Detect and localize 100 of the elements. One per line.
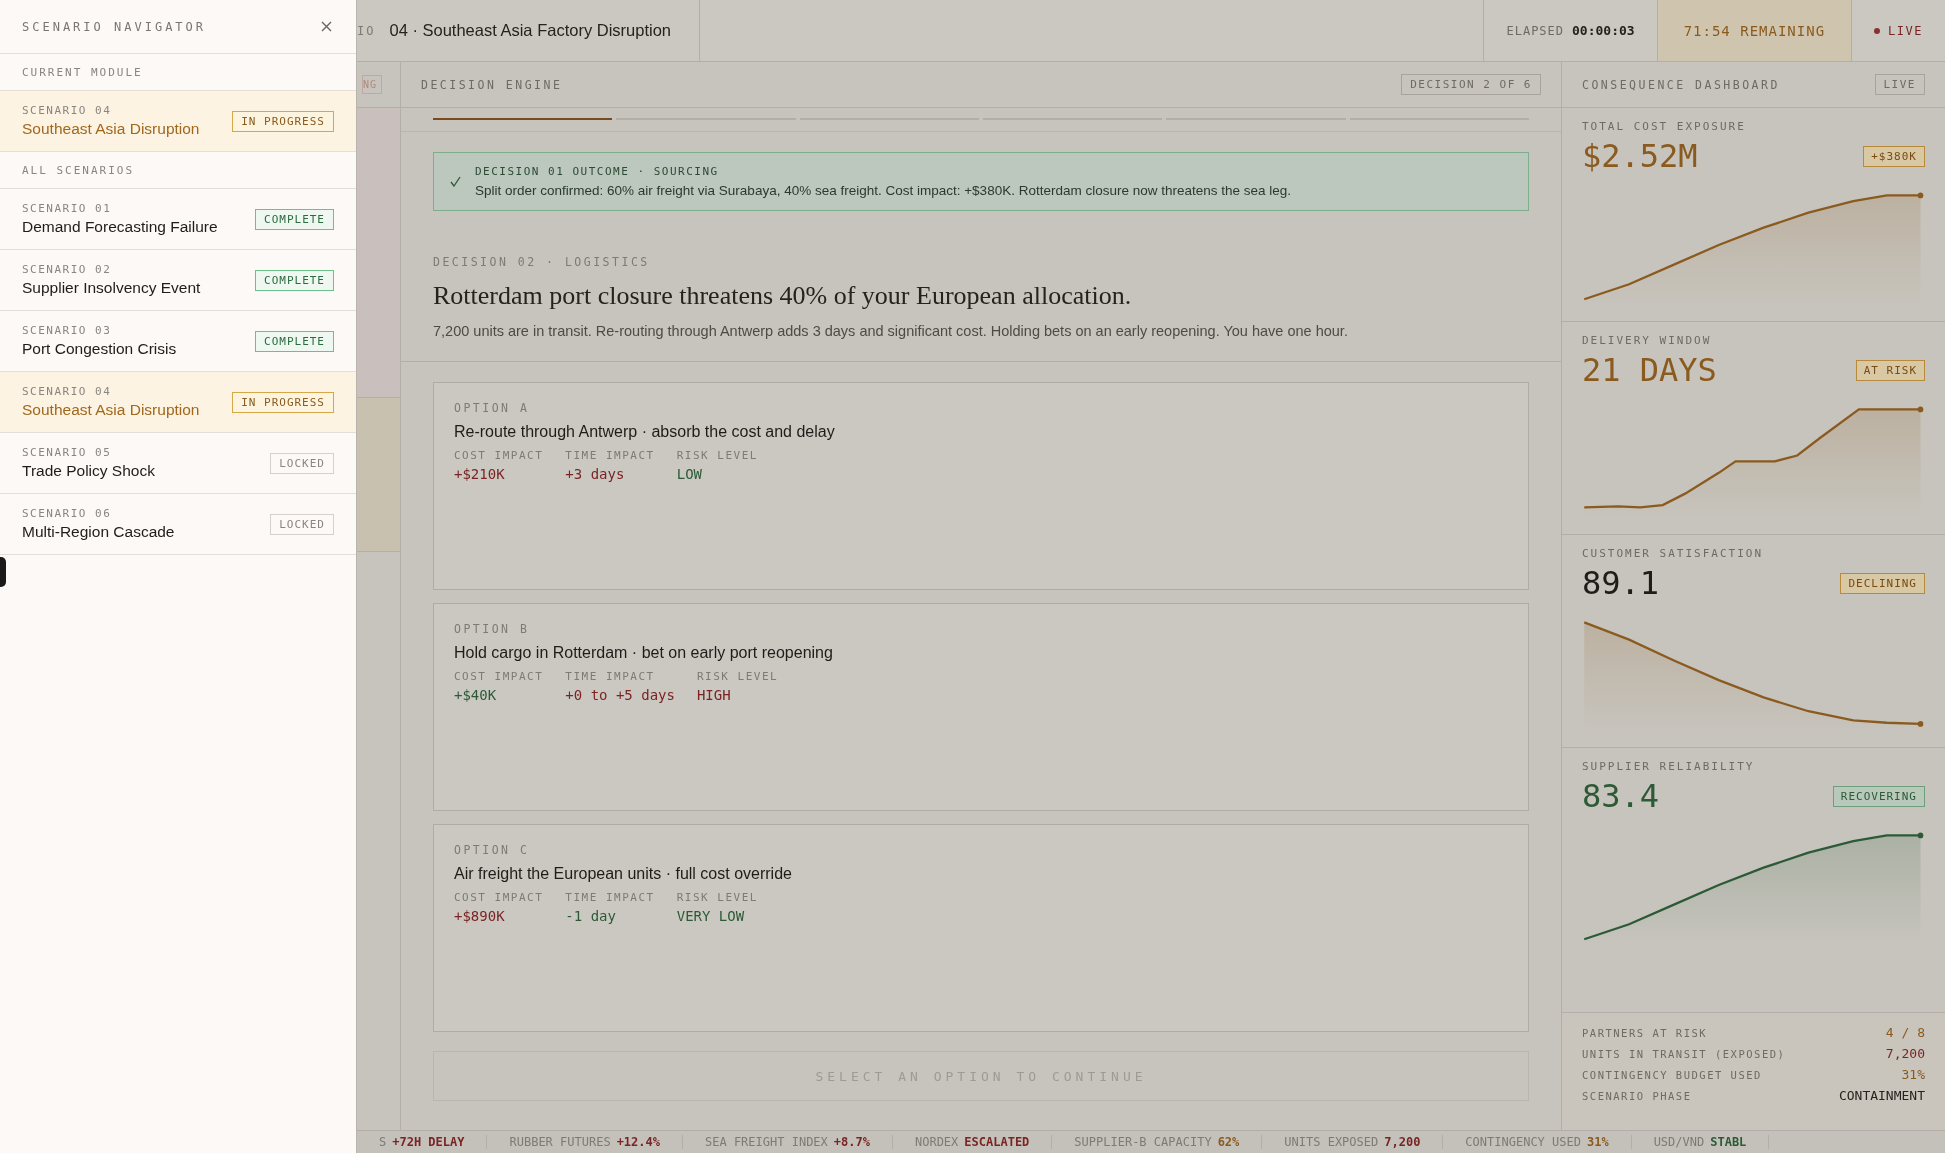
scenario-number: SCENARIO 04 — [22, 385, 113, 398]
impact-label: RISK LEVEL — [676, 891, 758, 904]
check-icon — [450, 176, 461, 187]
stat-label: UNITS IN TRANSIT (EXPOSED) — [1582, 1047, 1786, 1060]
elapsed-time: 00:00:03 — [1572, 23, 1635, 38]
stat-label: SCENARIO PHASE — [1582, 1089, 1692, 1102]
impact-value: +$890K — [454, 908, 506, 924]
scenario-name: Port Congestion Crisis — [22, 340, 177, 358]
impact-value: HIGH — [696, 687, 732, 703]
scenario-name: Supplier Insolvency Event — [22, 279, 201, 297]
scenario-item[interactable]: SCENARIO 05 Trade Policy Shock LOCKED — [0, 433, 356, 494]
option-card[interactable]: OPTION C Air freight the European units · full cost override COST IMPACT +$890K TIME IMPACT -1 day RISK LEVEL VERY LOW — [433, 824, 1529, 1032]
metric-label: TOTAL COST EXPOSURE — [1582, 120, 1747, 133]
status-tag: COMPLETE — [255, 208, 334, 230]
decision-label: DECISION 02 · LOGISTICS — [433, 255, 651, 269]
stat-value: 4 / 8 — [1885, 1025, 1925, 1040]
scenario-item[interactable]: SCENARIO 01 Demand Forecasting Failure COMPLETE — [0, 189, 356, 250]
ticker-value: 31% — [1586, 1135, 1609, 1149]
scenario-number: SCENARIO 06 — [22, 507, 113, 520]
ticker-label: NORDEX — [914, 1135, 959, 1149]
impact-value: +0 to +5 days — [565, 687, 675, 703]
ticker-value: +12.4% — [616, 1135, 660, 1149]
outcome-text: Split order confirmed: 60% air freight via Surabaya, 40% sea freight. Cost impact: +$380K. Rotterdam closure now threatens the sea leg. — [475, 183, 1292, 198]
metric-badge: RECOVERING — [1832, 785, 1925, 807]
stat-value: 31% — [1901, 1067, 1925, 1082]
live-indicator: LIVE — [1888, 23, 1923, 38]
status-tag: IN PROGRESS — [232, 110, 334, 132]
ticker-label: SEA FREIGHT INDEX — [705, 1135, 828, 1149]
metric-label: DELIVERY WINDOW — [1582, 334, 1713, 347]
option-card[interactable]: OPTION A Re-route through Antwerp · absorb the cost and delay COST IMPACT +$210K TIME IMPACT +3 days RISK LEVEL LOW — [433, 382, 1529, 590]
status-tag: LOCKED — [270, 452, 334, 474]
panel-title: DECISION ENGINE — [421, 77, 563, 92]
status-tag: IN PROGRESS — [232, 391, 334, 413]
close-button[interactable] — [319, 19, 334, 34]
section-label: ALL SCENARIOS — [22, 163, 135, 177]
option-label: OPTION B — [454, 622, 531, 636]
scenario-number: SCENARIO 03 — [22, 324, 113, 337]
impact-label: COST IMPACT — [454, 449, 544, 462]
option-title: Air freight the European units · full cost override — [454, 865, 793, 883]
ticker-label: USD/VND — [1653, 1135, 1705, 1149]
ticker-label: RUBBER FUTURES — [509, 1135, 611, 1149]
scenario-item[interactable]: SCENARIO 04 Southeast Asia Disruption IN PROGRESS — [0, 372, 356, 433]
impact-value: LOW — [676, 466, 703, 482]
stat-value: 7,200 — [1885, 1046, 1925, 1061]
decision-question: Rotterdam port closure threatens 40% of your European allocation. — [433, 281, 1133, 311]
decision-description: 7,200 units are in transit. Re-routing through Antwerp adds 3 days and significant cost. Holding bets on an early reopening. You have one hour. — [433, 323, 1349, 339]
scenario-name: Multi-Region Cascade — [22, 523, 175, 541]
scenario-name: Southeast Asia Disruption — [22, 401, 200, 419]
panel-title: CONSEQUENCE DASHBOARD — [1582, 77, 1780, 92]
ticker-label: CONTINGENCY USED — [1465, 1135, 1581, 1149]
status-tag: COMPLETE — [255, 330, 334, 352]
stat-label: CONTINGENCY BUDGET USED — [1582, 1068, 1762, 1081]
scenario-number: SCENARIO 05 — [22, 446, 113, 459]
scenario-item[interactable]: SCENARIO 06 Multi-Region Cascade LOCKED — [0, 494, 356, 555]
impact-label: TIME IMPACT — [565, 670, 656, 683]
metric-badge: AT RISK — [1855, 359, 1925, 381]
panel-tag: NG — [361, 75, 382, 94]
impact-value: VERY LOW — [676, 908, 746, 924]
impact-label: TIME IMPACT — [565, 449, 655, 462]
scenario-number: SCENARIO 02 — [22, 263, 113, 276]
ticker-value: +8.7% — [833, 1135, 870, 1149]
outcome-label: DECISION 01 OUTCOME · SOURCING — [475, 165, 720, 178]
edge-handle[interactable] — [0, 557, 6, 587]
scenario-number: SCENARIO 04 — [22, 104, 113, 117]
panel-title: SCENARIO NAVIGATOR — [22, 19, 207, 34]
status-tag: LOCKED — [270, 513, 334, 535]
scenario-item[interactable]: SCENARIO 02 Supplier Insolvency Event COMPLETE — [0, 250, 356, 311]
ticker-value: 62% — [1217, 1135, 1240, 1149]
ticker-label: UNITS EXPOSED — [1284, 1135, 1379, 1149]
decision-counter: DECISION 2 OF 6 — [1401, 74, 1541, 95]
scenario-name: Demand Forecasting Failure — [22, 218, 218, 236]
section-label: CURRENT MODULE — [22, 65, 143, 79]
metric-badge: DECLINING — [1840, 572, 1925, 594]
metric-badge: +$380K — [1863, 145, 1925, 167]
impact-value: +$210K — [454, 466, 506, 482]
impact-label: RISK LEVEL — [696, 670, 779, 683]
header-label: IO — [357, 23, 376, 38]
ticker-value: STABL — [1710, 1135, 1747, 1149]
live-dot-icon — [1874, 27, 1881, 34]
option-label: OPTION A — [454, 401, 531, 415]
scenario-number: SCENARIO 01 — [22, 202, 113, 215]
option-title: Hold cargo in Rotterdam · bet on early port reopening — [454, 644, 834, 662]
impact-label: TIME IMPACT — [565, 891, 655, 904]
impact-value: -1 day — [565, 908, 617, 924]
metric-value: 89.1 — [1582, 564, 1660, 602]
metric-label: SUPPLIER RELIABILITY — [1582, 760, 1756, 773]
ticker-value: 7,200 — [1384, 1135, 1421, 1149]
live-tag: LIVE — [1874, 74, 1925, 95]
metric-value: $2.52M — [1582, 137, 1698, 175]
current-scenario-item[interactable]: SCENARIO 04 Southeast Asia Disruption IN PROGRESS — [0, 91, 356, 152]
option-title: Re-route through Antwerp · absorb the cost and delay — [454, 423, 836, 441]
ticker-value: +72H DELAY — [392, 1135, 465, 1149]
option-card[interactable]: OPTION B Hold cargo in Rotterdam · bet on early port reopening COST IMPACT +$40K TIME IMPACT +0 to +5 days RISK LEVEL HIGH — [433, 603, 1529, 811]
impact-label: RISK LEVEL — [676, 449, 758, 462]
ticker-value: ESCALATED — [964, 1135, 1030, 1149]
option-label: OPTION C — [454, 843, 531, 857]
metric-label: CUSTOMER SATISFACTION — [1582, 547, 1765, 560]
impact-label: COST IMPACT — [454, 670, 544, 683]
impact-label: COST IMPACT — [454, 891, 544, 904]
metric-value: 83.4 — [1582, 777, 1660, 815]
